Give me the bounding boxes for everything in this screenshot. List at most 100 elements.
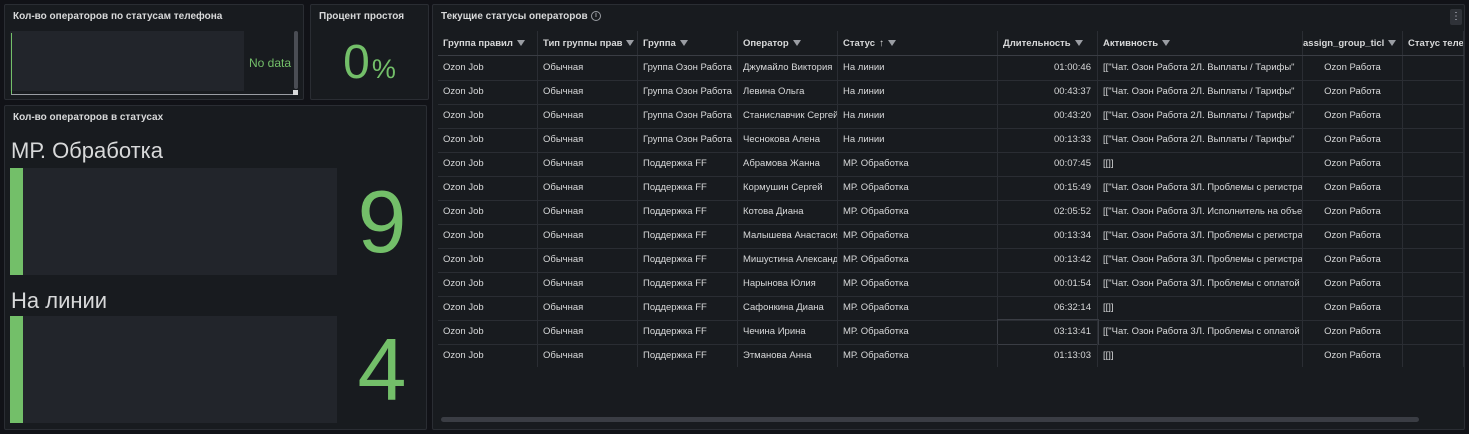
filter-icon[interactable] — [1388, 40, 1397, 47]
table-cell: 01:13:03 — [998, 344, 1098, 367]
table-cell — [1403, 200, 1464, 224]
table-cell: Поддержка FF — [638, 152, 738, 176]
table-cell: МР. Обработка — [838, 152, 998, 176]
table-row[interactable]: Ozon Job Обычная Группа Озон Работа Джумайл… — [438, 56, 1464, 81]
table-cell: Ozon Job — [438, 296, 538, 320]
table-cell — [1403, 80, 1464, 104]
filter-icon[interactable] — [679, 40, 688, 47]
idle-percent-panel: Процент простоя 0% — [310, 4, 429, 100]
table-cell: Обычная — [538, 152, 638, 176]
table-row[interactable]: Ozon Job Обычная Поддержка FF Абрамова Жанн… — [438, 152, 1464, 177]
table-cell: Ozon Работа — [1303, 320, 1403, 344]
filter-icon[interactable] — [1074, 40, 1083, 47]
table-cell — [1403, 272, 1464, 296]
column-header[interactable]: Статус ↑ — [838, 31, 998, 55]
column-header[interactable]: Тип группы прав — [538, 31, 638, 55]
table-cell — [1403, 344, 1464, 367]
table-row[interactable]: Ozon Job Обычная Группа Озон Работа Левина … — [438, 80, 1464, 105]
info-icon[interactable]: i — [591, 11, 601, 21]
table-cell: Нарынова Юлия — [738, 272, 838, 296]
filter-icon[interactable] — [626, 40, 635, 47]
table-cell: Джумайло Виктория — [738, 56, 838, 80]
table-cell: Котова Диана — [738, 200, 838, 224]
table-cell: Обычная — [538, 320, 638, 344]
horizontal-scrollbar[interactable] — [441, 417, 1419, 422]
table-cell — [1403, 152, 1464, 176]
table-cell: На линии — [838, 104, 998, 128]
table-row[interactable]: Ozon Job Обычная Поддержка FF Сафонкина Диа… — [438, 296, 1464, 321]
table-cell: Группа Озон Работа — [638, 56, 738, 80]
table-cell: Ozon Job — [438, 152, 538, 176]
panel-title: Текущие статусы операторов — [441, 11, 588, 22]
table-row[interactable]: Ozon Job Обычная Поддержка FF Чечина Ирина М… — [438, 319, 1464, 345]
filter-icon[interactable] — [792, 40, 801, 47]
table-cell: Ozon Работа — [1303, 224, 1403, 248]
column-header[interactable]: Активность — [1098, 31, 1303, 55]
table-row[interactable]: Ozon Job Обычная Поддержка FF Кормушин Серг… — [438, 176, 1464, 201]
table-cell: Ozon Job — [438, 320, 538, 344]
table-cell: [["Чат. Озон Работа 3Л. Проблемы с регис… — [1098, 176, 1303, 200]
column-header[interactable]: Статус теле — [1403, 31, 1464, 55]
table-cell: Ozon Работа — [1303, 272, 1403, 296]
table-cell: Обычная — [538, 200, 638, 224]
column-header-label: Длительность — [1003, 38, 1071, 49]
table-cell — [1403, 56, 1464, 80]
column-header-label: Оператор — [743, 38, 789, 49]
filter-icon[interactable] — [1162, 40, 1171, 47]
vertical-scrollbar[interactable] — [294, 31, 298, 89]
filter-icon[interactable] — [516, 40, 525, 47]
column-header-label: Группа — [643, 38, 676, 49]
panel-title: Кол-во операторов в статусах — [13, 112, 164, 123]
table-cell: Поддержка FF — [638, 248, 738, 272]
table-cell: МР. Обработка — [838, 224, 998, 248]
table-cell: 01:00:46 — [998, 56, 1098, 80]
table-cell: На линии — [838, 80, 998, 104]
table-cell: Поддержка FF — [638, 176, 738, 200]
sort-arrow-icon[interactable]: ↑ — [879, 31, 884, 55]
gauge-fill — [10, 168, 23, 275]
table-cell — [1403, 104, 1464, 128]
table-row[interactable]: Ozon Job Обычная Поддержка FF Котова Диана М… — [438, 200, 1464, 225]
table-cell: Малышева Анастасия — [738, 224, 838, 248]
table-cell: 00:15:49 — [998, 176, 1098, 200]
table-cell: МР. Обработка — [838, 176, 998, 200]
operators-table-panel: Текущие статусы операторов i ⋮ Группа пр… — [432, 4, 1465, 430]
table-row[interactable]: Ozon Job Обычная Группа Озон Работа Чесноко… — [438, 128, 1464, 153]
table-cell: Ozon Работа — [1303, 152, 1403, 176]
table-cell: 00:13:33 — [998, 128, 1098, 152]
idle-percent-stat: 0% — [311, 35, 428, 97]
table-cell: Ozon Job — [438, 56, 538, 80]
table-row[interactable]: Ozon Job Обычная Поддержка FF Нарынова Юлия… — [438, 272, 1464, 297]
table-row[interactable]: Ozon Job Обычная Группа Озон Работа Станисл… — [438, 104, 1464, 129]
column-header[interactable]: Длительность — [998, 31, 1098, 55]
gauge-value-online: 4 — [357, 320, 407, 419]
table-cell: На линии — [838, 56, 998, 80]
table-row[interactable]: Ozon Job Обычная Поддержка FF Мишустина Але… — [438, 248, 1464, 273]
x-axis-line — [11, 94, 297, 95]
table-cell: Ozon Работа — [1303, 104, 1403, 128]
table-row[interactable]: Ozon Job Обычная Поддержка FF Этманова Анна… — [438, 344, 1464, 367]
column-header[interactable]: Оператор — [738, 31, 838, 55]
table-row[interactable]: Ozon Job Обычная Поддержка FF Малышева Анас… — [438, 224, 1464, 249]
column-header[interactable]: assign_group_ticl — [1303, 31, 1403, 55]
gauge-name-processing: МР. Обработка — [11, 138, 164, 163]
table-cell: МР. Обработка — [838, 248, 998, 272]
table-cell: МР. Обработка — [838, 320, 998, 344]
panel-menu-icon[interactable]: ⋮ — [1450, 9, 1462, 25]
column-header[interactable]: Группа — [638, 31, 738, 55]
table-cell: [["Чат. Озон Работа 3Л. Проблемы с оплат… — [1098, 272, 1303, 296]
table-cell: МР. Обработка — [838, 344, 998, 367]
filter-icon[interactable] — [888, 40, 897, 47]
resize-handle[interactable] — [293, 90, 298, 95]
table-cell: Ozon Job — [438, 80, 538, 104]
table-cell: 00:07:45 — [998, 152, 1098, 176]
table-cell: Ozon Работа — [1303, 248, 1403, 272]
table-cell: [["Чат. Озон Работа 2Л. Выплаты / Тарифы… — [1098, 80, 1303, 104]
table-cell: Ozon Job — [438, 344, 538, 367]
table-cell — [1403, 296, 1464, 320]
operators-table: Группа правил Тип группы прав Группа Операт… — [438, 31, 1464, 367]
column-header[interactable]: Группа правил — [438, 31, 538, 55]
panel-title: Процент простоя — [319, 11, 405, 22]
table-cell: Поддержка FF — [638, 344, 738, 367]
table-cell: Ozon Job — [438, 104, 538, 128]
